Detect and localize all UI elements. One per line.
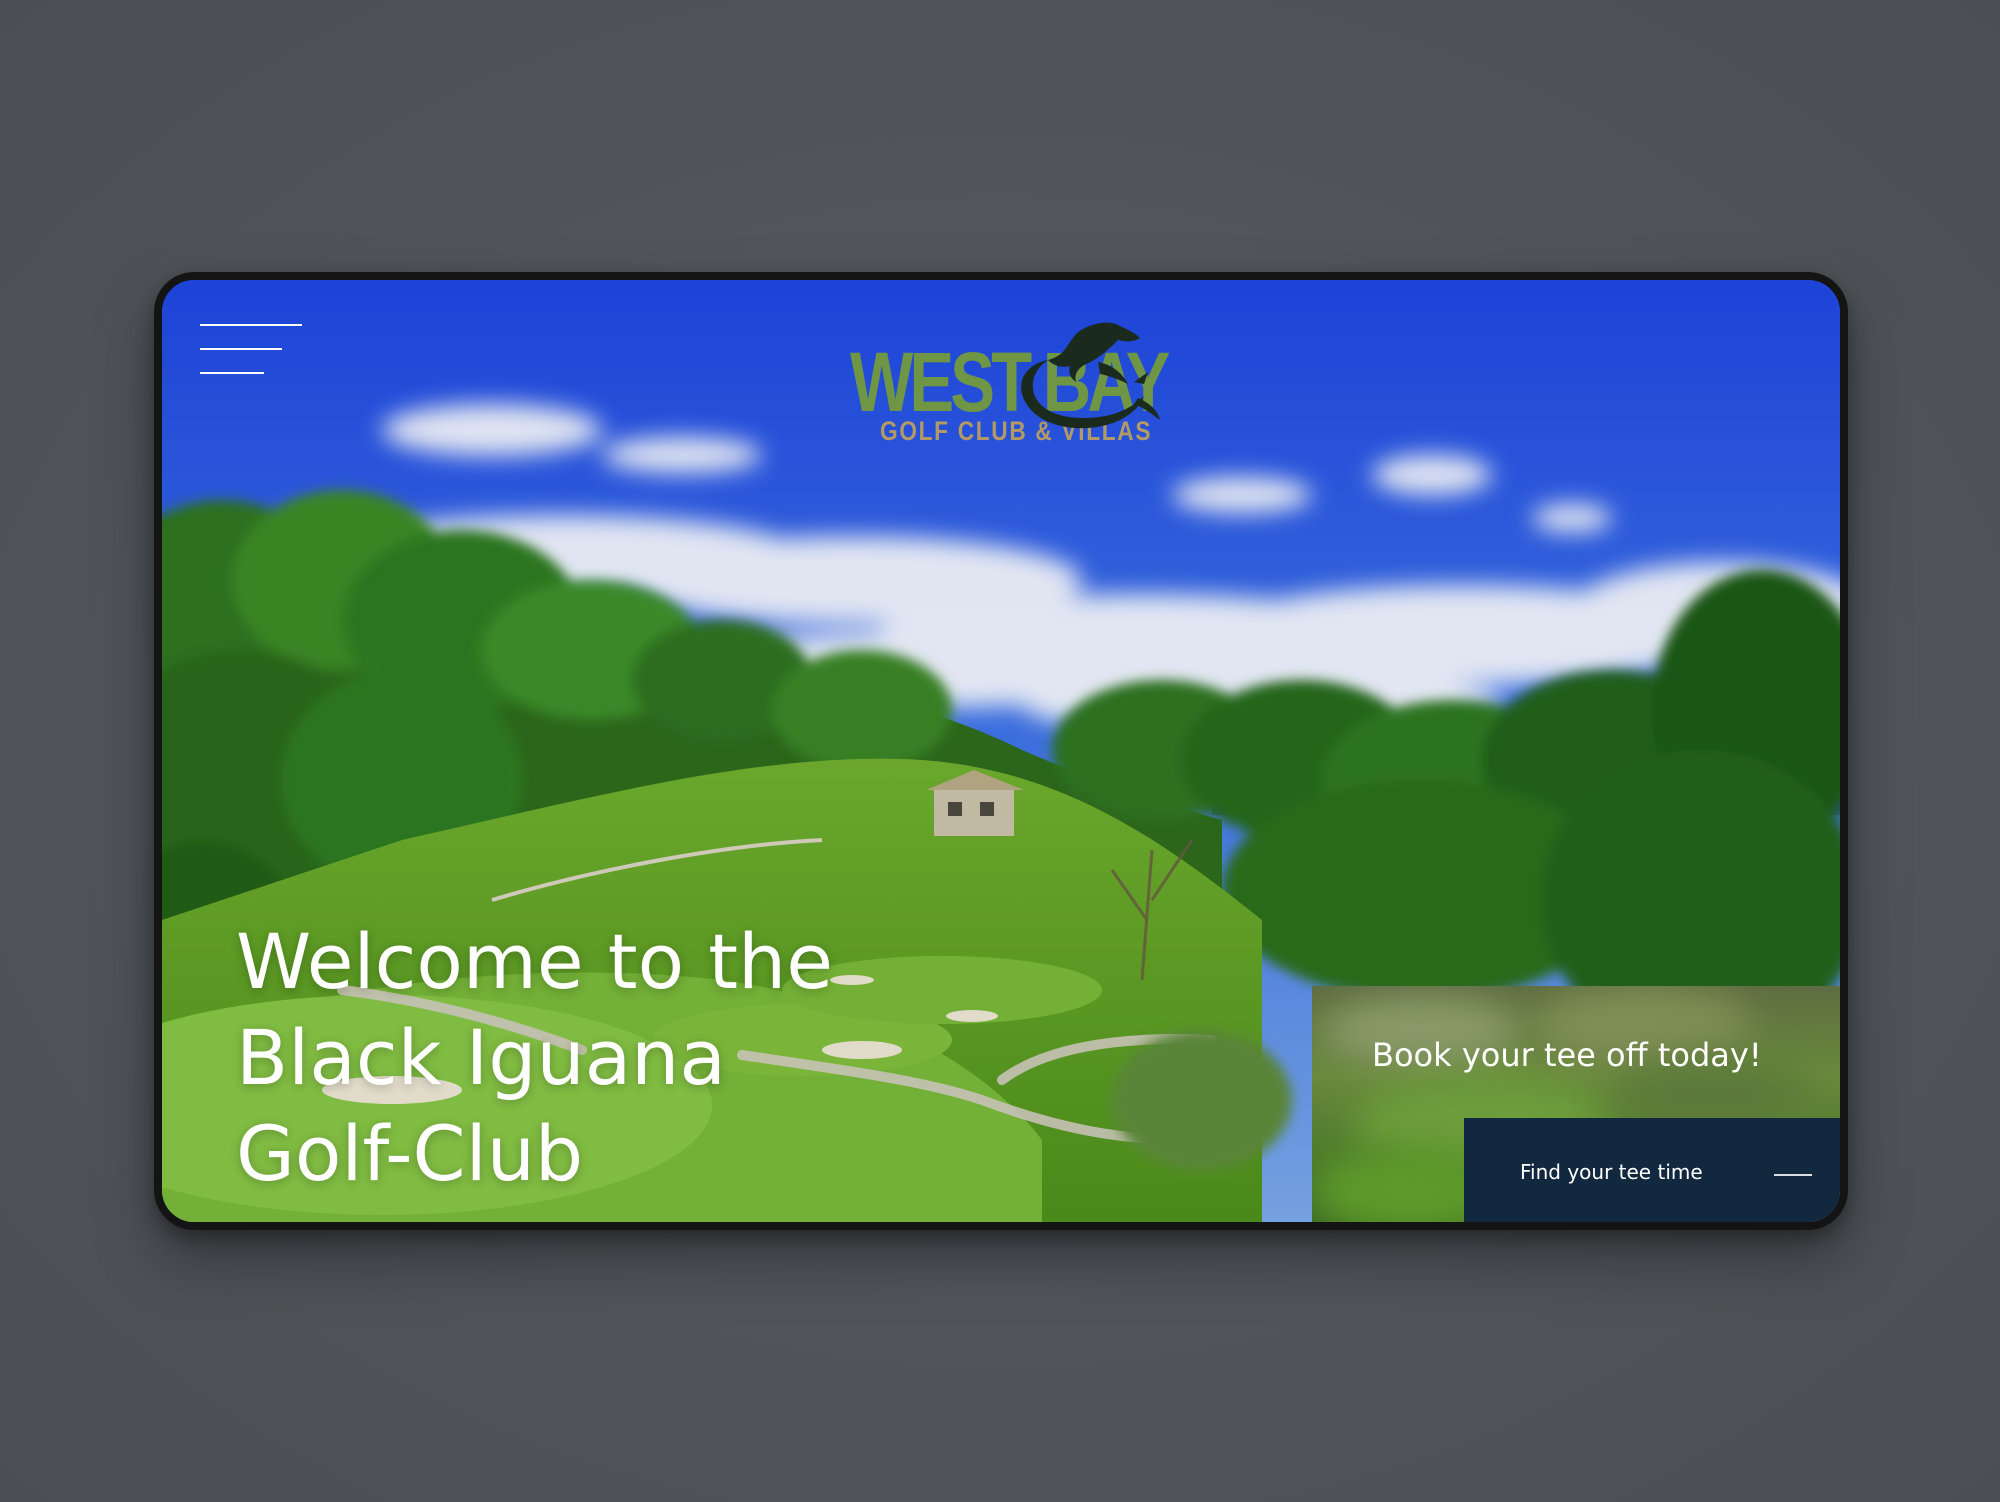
menu-line-icon — [200, 324, 302, 326]
dash-arrow-icon — [1774, 1174, 1812, 1176]
hero-title-line: Welcome to the — [236, 917, 833, 1006]
menu-button[interactable] — [200, 324, 304, 378]
menu-line-icon — [200, 348, 282, 350]
menu-line-icon — [200, 372, 264, 374]
booking-panel: Book your tee off today! Find your tee t… — [1312, 986, 1840, 1222]
booking-heading: Book your tee off today! — [1372, 1036, 1762, 1074]
hero-title: Welcome to the Black Iguana Golf-Club — [236, 914, 833, 1202]
website-screen: WEST BAY GOLF CLUB & VILLAS Welcome to t… — [162, 280, 1840, 1222]
iguana-icon — [1021, 322, 1160, 429]
find-tee-time-button[interactable]: Find your tee time — [1464, 1118, 1840, 1222]
hero-title-line: Golf-Club — [236, 1109, 584, 1198]
brand-logo[interactable]: WEST BAY GOLF CLUB & VILLAS — [848, 302, 1171, 445]
find-tee-time-label: Find your tee time — [1520, 1160, 1703, 1184]
device-frame: WEST BAY GOLF CLUB & VILLAS Welcome to t… — [154, 272, 1848, 1230]
hero-title-line: Black Iguana — [236, 1013, 726, 1102]
